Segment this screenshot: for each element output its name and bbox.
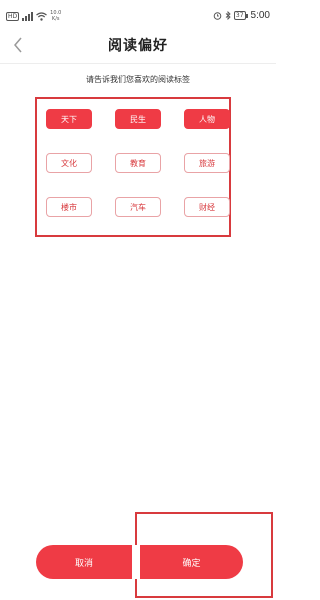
status-right: 37 5:00	[213, 10, 270, 21]
tag-minsheng[interactable]: 民生	[115, 109, 161, 129]
tag-tianxia[interactable]: 天下	[46, 109, 92, 129]
wifi-icon	[36, 11, 48, 21]
page-title: 阅读偏好	[108, 38, 168, 54]
header-divider	[0, 63, 276, 64]
status-left: HD 10.0 K/s	[6, 10, 61, 22]
header: 阅读偏好	[0, 30, 276, 60]
prompt-text: 请告诉我们您喜欢的阅读标签	[86, 75, 190, 84]
signal-icon	[22, 11, 34, 21]
tag-jiaoyu[interactable]: 教育	[115, 153, 161, 173]
tag-caijing[interactable]: 财经	[184, 197, 230, 217]
battery-icon: 37	[233, 11, 248, 20]
tag-qiche[interactable]: 汽车	[115, 197, 161, 217]
status-bar: HD 10.0 K/s 37 5:00	[0, 0, 276, 30]
hd-icon: HD	[6, 11, 20, 21]
tag-renwu[interactable]: 人物	[184, 109, 230, 129]
confirm-button[interactable]: 确定	[140, 545, 243, 579]
tag-wenhua[interactable]: 文化	[46, 153, 92, 173]
alarm-icon	[213, 12, 222, 20]
bluetooth-icon	[225, 11, 231, 20]
network-speed-unit: K/s	[51, 16, 60, 22]
button-divider	[132, 545, 140, 579]
cancel-button[interactable]: 取消	[36, 545, 132, 579]
network-speed: 10.0 K/s	[50, 10, 61, 22]
tag-lvyou[interactable]: 旅游	[184, 153, 230, 173]
status-time: 5:00	[250, 10, 270, 21]
tag-loushi[interactable]: 楼市	[46, 197, 92, 217]
